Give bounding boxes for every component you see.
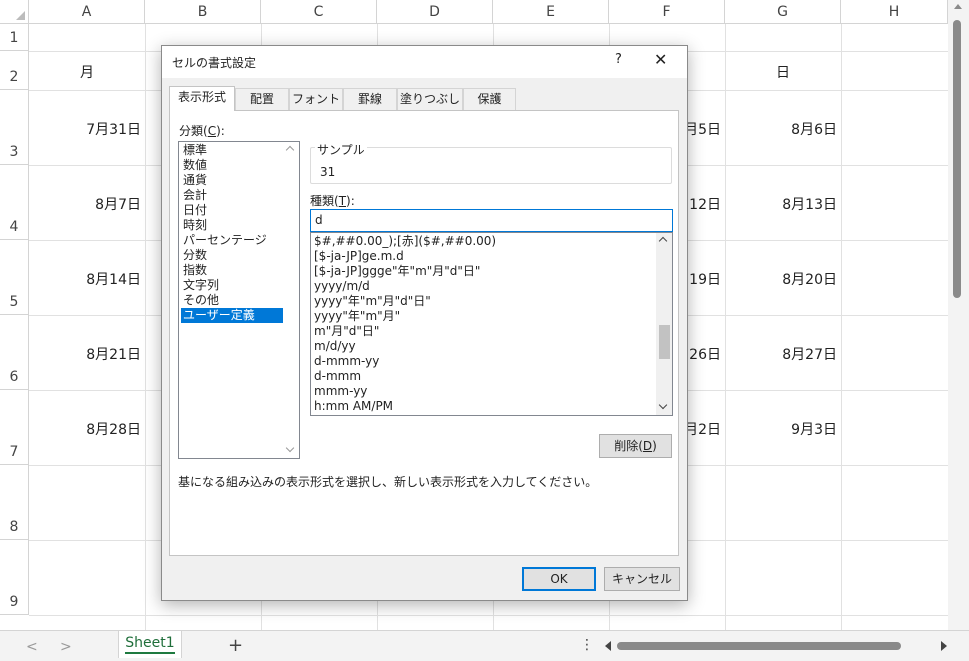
- row-header-7[interactable]: 7: [0, 390, 29, 465]
- cell-g7[interactable]: 9月3日: [725, 419, 837, 439]
- number-tab-panel: 分類(C): 標準 数値 通貨 会計 日付 時刻 パーセンテージ 分数 指数 文…: [169, 110, 679, 556]
- category-item[interactable]: 指数: [181, 263, 283, 278]
- format-list-scrollbar[interactable]: [656, 233, 672, 415]
- row-header-8[interactable]: 8: [0, 465, 29, 540]
- row-header-2[interactable]: 2: [0, 51, 29, 90]
- format-item[interactable]: $#,##0.00_);[赤]($#,##0.00): [314, 234, 496, 249]
- chevron-down-icon[interactable]: [285, 443, 295, 453]
- category-item[interactable]: 数値: [181, 158, 283, 173]
- category-item[interactable]: 通貨: [181, 173, 283, 188]
- ok-button[interactable]: OK: [522, 567, 596, 591]
- description-text: 基になる組み込みの表示形式を選択し、新しい表示形式を入力してください。: [178, 475, 598, 489]
- format-item[interactable]: mmm-yy: [314, 384, 367, 399]
- sample-value: 31: [320, 165, 336, 179]
- column-header-d[interactable]: D: [377, 0, 493, 24]
- cell-g3[interactable]: 8月6日: [725, 119, 837, 139]
- prev-sheet-icon[interactable]: <: [26, 639, 38, 655]
- horizontal-scroll-thumb[interactable]: [617, 642, 901, 650]
- type-label: 種類(T):: [310, 194, 355, 208]
- tab-border[interactable]: 罫線: [343, 88, 397, 110]
- gridline: [29, 615, 948, 616]
- format-item[interactable]: d-mmm: [314, 369, 361, 384]
- row-header-6[interactable]: 6: [0, 315, 29, 390]
- tab-alignment[interactable]: 配置: [235, 88, 289, 110]
- column-header-h[interactable]: H: [841, 0, 948, 24]
- cell-a7[interactable]: 8月28日: [29, 419, 141, 439]
- cell-a5[interactable]: 8月14日: [29, 269, 141, 289]
- tab-number[interactable]: 表示形式: [169, 86, 235, 111]
- format-cells-dialog: セルの書式設定 ? ✕ 表示形式 配置 フォント 罫線 塗りつぶし 保護 分類(…: [161, 45, 688, 601]
- dialog-titlebar[interactable]: セルの書式設定 ? ✕: [162, 46, 687, 78]
- format-item[interactable]: d-mmm-yy: [314, 354, 379, 369]
- format-item[interactable]: [$-ja-JP]ggge"年"m"月"d"日": [314, 264, 480, 279]
- category-item[interactable]: 分数: [181, 248, 283, 263]
- format-item[interactable]: h:mm AM/PM: [314, 399, 393, 414]
- dialog-title: セルの書式設定: [172, 56, 257, 70]
- column-header-a[interactable]: A: [29, 0, 145, 24]
- cell-a3[interactable]: 7月31日: [29, 119, 141, 139]
- row-header-3[interactable]: 3: [0, 90, 29, 165]
- tab-font[interactable]: フォント: [289, 88, 343, 110]
- category-item[interactable]: 文字列: [181, 278, 283, 293]
- help-icon[interactable]: ?: [615, 52, 622, 67]
- delete-button[interactable]: 削除(D): [599, 434, 672, 458]
- cell-g6[interactable]: 8月27日: [725, 344, 837, 364]
- row-header-5[interactable]: 5: [0, 240, 29, 315]
- select-all-corner[interactable]: [0, 0, 29, 24]
- scroll-left-icon[interactable]: [605, 641, 611, 651]
- close-icon[interactable]: ✕: [654, 50, 667, 69]
- category-item[interactable]: 日付: [181, 203, 283, 218]
- cell-a4[interactable]: 8月7日: [29, 194, 141, 214]
- tab-fill[interactable]: 塗りつぶし: [397, 88, 463, 110]
- row-header-4[interactable]: 4: [0, 165, 29, 240]
- format-item[interactable]: yyyy/m/d: [314, 279, 370, 294]
- chevron-up-icon[interactable]: [658, 236, 668, 246]
- scroll-up-icon[interactable]: [954, 4, 962, 9]
- type-input[interactable]: d: [310, 209, 673, 232]
- chevron-down-icon[interactable]: [658, 400, 668, 410]
- scroll-right-icon[interactable]: [941, 641, 947, 651]
- format-item[interactable]: m/d/yy: [314, 339, 356, 354]
- next-sheet-icon[interactable]: >: [60, 639, 72, 655]
- column-header-g[interactable]: G: [725, 0, 841, 24]
- vertical-scroll-thumb[interactable]: [953, 20, 961, 298]
- sheet-tab-bar: < > Sheet1 + ⋮: [0, 630, 969, 661]
- column-header-e[interactable]: E: [493, 0, 609, 24]
- format-item[interactable]: yyyy"年"m"月": [314, 309, 400, 324]
- category-item[interactable]: その他: [181, 293, 283, 308]
- category-list[interactable]: 標準 数値 通貨 会計 日付 時刻 パーセンテージ 分数 指数 文字列 その他 …: [178, 141, 300, 459]
- category-item-selected[interactable]: ユーザー定義: [181, 308, 283, 323]
- row-header-1[interactable]: 1: [0, 24, 29, 51]
- row-header-9[interactable]: 9: [0, 540, 29, 615]
- column-header-c[interactable]: C: [261, 0, 377, 24]
- tab-protection[interactable]: 保護: [463, 88, 516, 110]
- add-sheet-icon[interactable]: +: [228, 635, 243, 656]
- format-item[interactable]: [$-ja-JP]ge.m.d: [314, 249, 404, 264]
- category-label: 分類(C):: [179, 124, 225, 138]
- cell-a2[interactable]: 月: [29, 62, 145, 82]
- format-item[interactable]: m"月"d"日": [314, 324, 379, 339]
- cancel-button[interactable]: キャンセル: [604, 567, 680, 591]
- format-list[interactable]: $#,##0.00_);[赤]($#,##0.00) [$-ja-JP]ge.m…: [310, 232, 673, 416]
- horizontal-scrollbar[interactable]: [603, 638, 949, 654]
- category-item[interactable]: 標準: [181, 143, 283, 158]
- sheet-tab-label: Sheet1: [125, 635, 175, 654]
- chevron-up-icon[interactable]: [285, 145, 295, 155]
- cell-g2[interactable]: 日: [725, 62, 841, 82]
- more-options-icon[interactable]: ⋮: [580, 637, 594, 653]
- column-header-b[interactable]: B: [145, 0, 261, 24]
- category-scrollbar[interactable]: [283, 142, 299, 458]
- category-item[interactable]: パーセンテージ: [181, 233, 283, 248]
- sample-label: サンプル: [315, 141, 367, 158]
- category-item[interactable]: 会計: [181, 188, 283, 203]
- sheet-tab-sheet1[interactable]: Sheet1: [118, 631, 182, 658]
- cell-g5[interactable]: 8月20日: [725, 269, 837, 289]
- column-header-f[interactable]: F: [609, 0, 725, 24]
- cell-a6[interactable]: 8月21日: [29, 344, 141, 364]
- cell-g4[interactable]: 8月13日: [725, 194, 837, 214]
- category-item[interactable]: 時刻: [181, 218, 283, 233]
- format-item[interactable]: yyyy"年"m"月"d"日": [314, 294, 431, 309]
- vertical-scrollbar[interactable]: [948, 0, 969, 630]
- format-list-scroll-thumb[interactable]: [659, 325, 670, 359]
